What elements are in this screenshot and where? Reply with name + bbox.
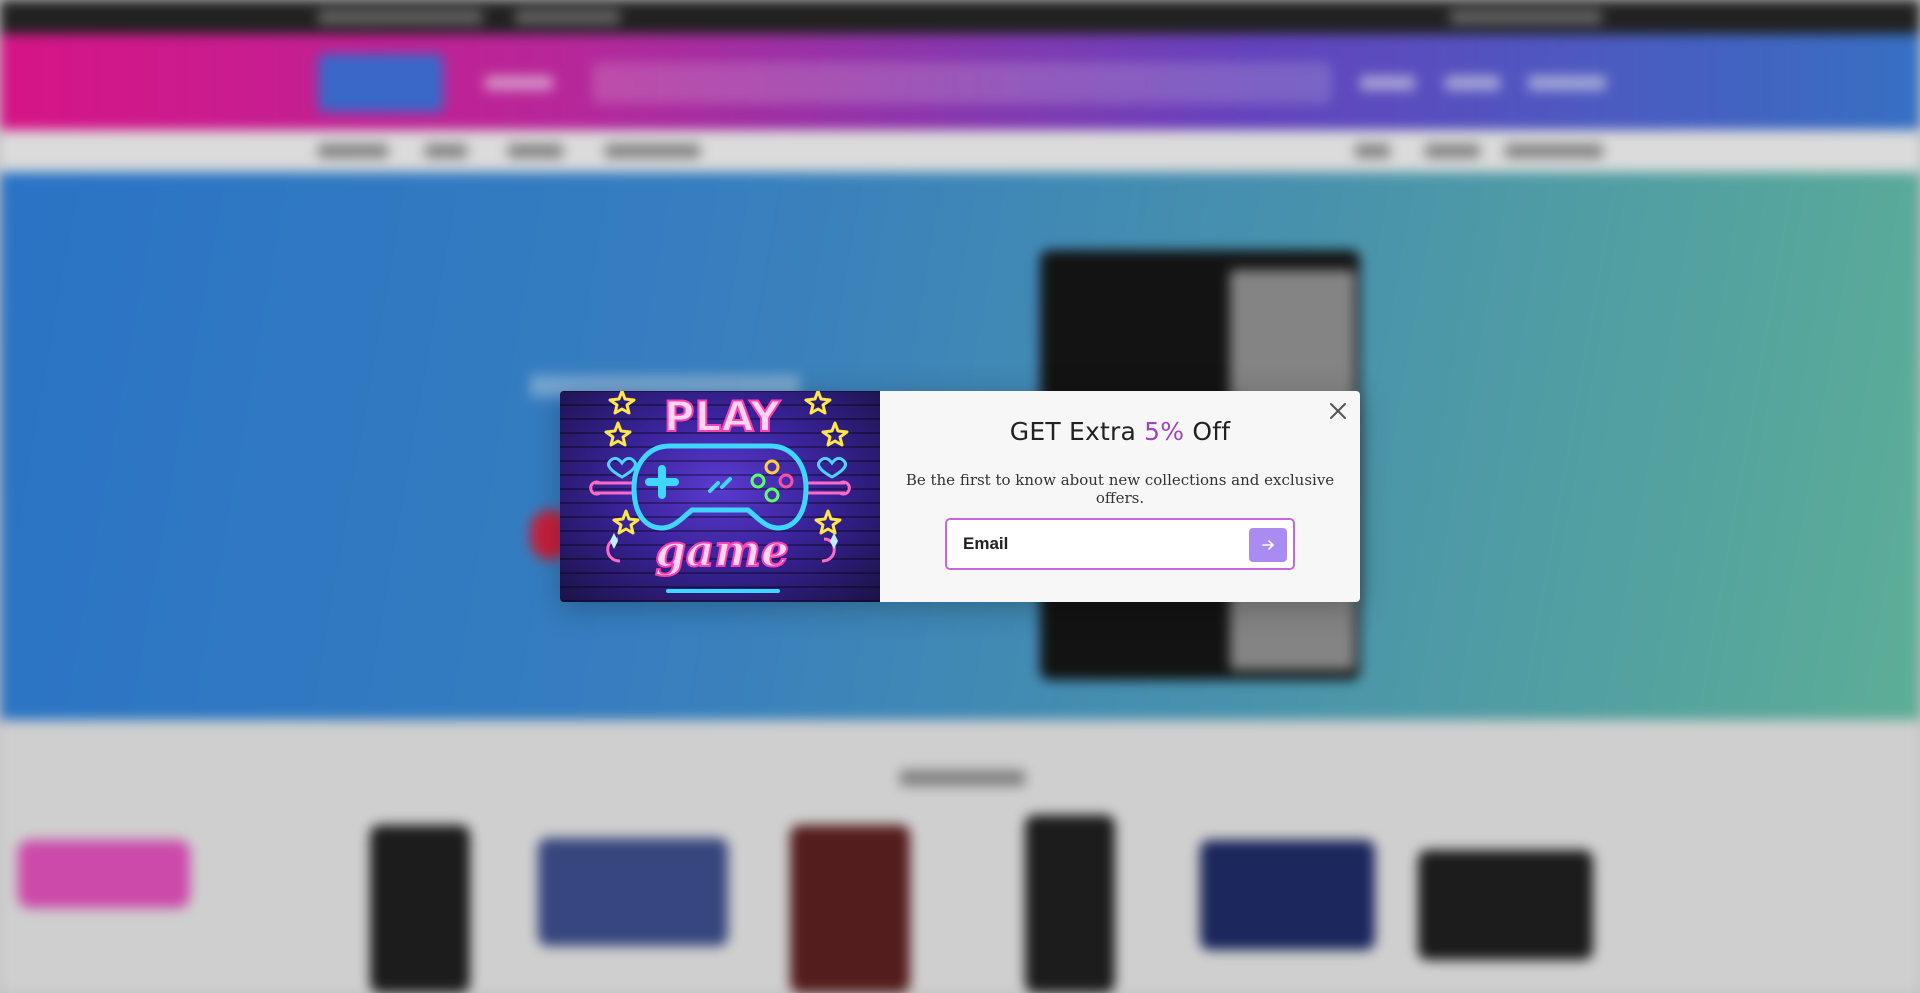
image-text-game: game bbox=[655, 526, 789, 577]
newsletter-popup: PLAY game GET Extra 5% Off Be the first … bbox=[560, 391, 1360, 602]
subscribe-submit-button[interactable] bbox=[1249, 528, 1287, 562]
popup-content: GET Extra 5% Off Be the first to know ab… bbox=[880, 391, 1360, 602]
arrow-right-icon bbox=[1262, 540, 1274, 550]
email-field[interactable] bbox=[963, 520, 1243, 568]
play-game-neon-image: PLAY game bbox=[560, 391, 880, 602]
email-form bbox=[945, 518, 1295, 570]
image-text-play: PLAY bbox=[664, 392, 781, 441]
popup-title: GET Extra 5% Off bbox=[880, 417, 1360, 446]
discount-highlight: 5% bbox=[1144, 417, 1185, 446]
popup-title-suffix: Off bbox=[1184, 417, 1231, 446]
neon-gamepad-illustration: PLAY game bbox=[589, 391, 851, 593]
popup-subtitle: Be the first to know about new collectio… bbox=[905, 471, 1335, 507]
popup-title-prefix: GET Extra bbox=[1009, 417, 1145, 446]
